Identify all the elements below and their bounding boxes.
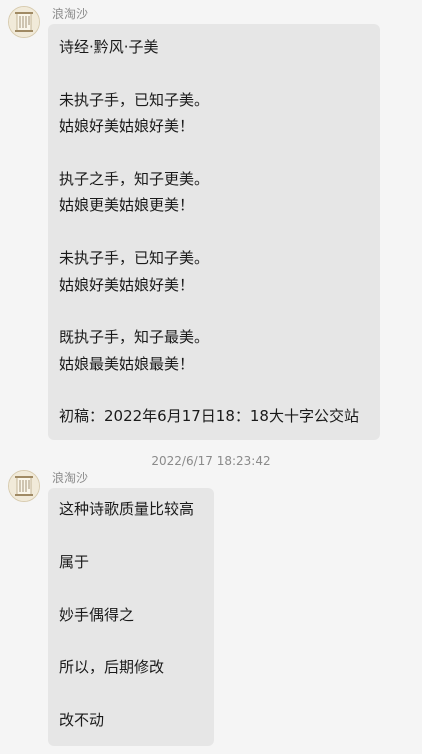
message-bubble[interactable]: 这种诗歌质量比较高 属于 妙手偶得之 所以，后期修改 改不动 — [48, 488, 214, 746]
message-line: 诗经·黔风·子美 — [59, 38, 159, 56]
message-line — [59, 219, 370, 245]
message-bubble[interactable]: 诗经·黔风·子美 未执子手，已知子美。 姑娘好美姑娘好美！ 执子之手，知子更美。… — [48, 24, 380, 440]
message-line — [59, 60, 370, 86]
scroll-avatar-icon — [9, 471, 39, 501]
sender-name[interactable]: 浪淘沙 — [52, 470, 88, 486]
message-line — [59, 628, 204, 654]
message-line: 初稿：2022年6月17日18：18大十字公交站 — [59, 407, 359, 426]
message-row: 浪淘沙 这种诗歌质量比较高 属于 妙手偶得之 所以，后期修改 改不动 — [8, 470, 422, 750]
message-line: 执子之手，知子更美。 — [59, 169, 210, 188]
message-line: 妙手偶得之 — [59, 605, 135, 624]
message-line: 改不动 — [59, 711, 105, 730]
chat-message-list: 浪淘沙 诗经·黔风·子美 未执子手，已知子美。 姑娘好美姑娘好美！ 执子之手，知… — [0, 0, 422, 754]
message-line — [59, 681, 204, 707]
message-line: 属于 — [59, 552, 90, 571]
message-line: 姑娘好美姑娘好美！ — [59, 275, 195, 294]
scroll-avatar-icon — [9, 7, 39, 37]
message-timestamp: 2022/6/17 18:23:42 — [151, 454, 271, 468]
message-line — [59, 575, 204, 601]
message-line: 所以，后期修改 — [59, 658, 165, 677]
sender-name[interactable]: 浪淘沙 — [52, 6, 88, 22]
message-line: 既执子手，知子最美。 — [59, 328, 210, 347]
sender-avatar[interactable] — [8, 470, 40, 502]
message-line: 未执子手，已知子美。 — [59, 90, 210, 109]
message-line: 未执子手，已知子美。 — [59, 249, 210, 268]
message-line — [59, 377, 370, 403]
message-line — [59, 522, 204, 548]
message-line — [59, 298, 370, 324]
message-line: 姑娘最美姑娘最美！ — [59, 354, 195, 373]
message-row: 浪淘沙 诗经·黔风·子美 未执子手，已知子美。 姑娘好美姑娘好美！ 执子之手，知… — [8, 6, 422, 446]
message-line — [59, 140, 370, 166]
message-line: 姑娘更美姑娘更美！ — [59, 196, 195, 215]
message-line: 这种诗歌质量比较高 — [59, 500, 195, 518]
sender-avatar[interactable] — [8, 6, 40, 38]
message-line: 姑娘好美姑娘好美！ — [59, 117, 195, 136]
